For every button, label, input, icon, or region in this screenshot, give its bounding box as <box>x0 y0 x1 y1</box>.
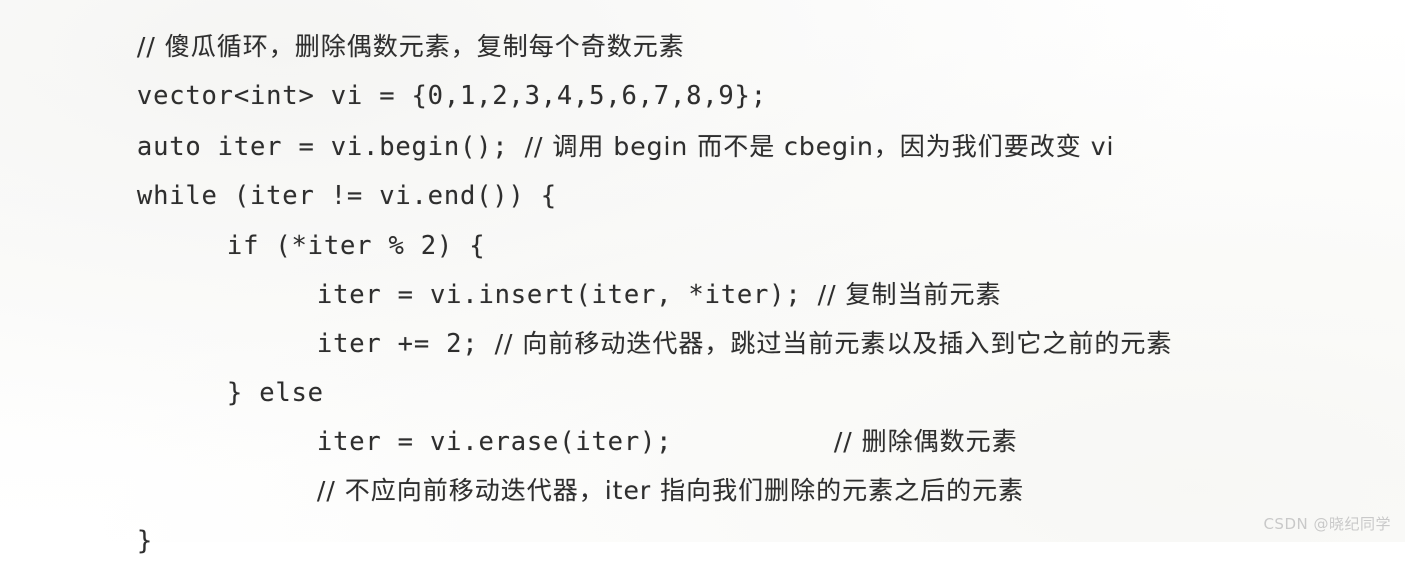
code-line-code: } <box>136 525 154 556</box>
scanned-page: // 傻瓜循环，删除偶数元素，复制每个奇数元素 vector<int> vi =… <box>0 0 1405 553</box>
code-line-code: auto iter = vi.begin(); <box>136 131 509 162</box>
code-line-comment: // 不应向前移动迭代器，iter 指向我们删除的元素之后的元素 <box>316 475 1025 505</box>
code-line: iter += 2; // 向前移动迭代器，跳过当前元素以及插入到它之前的元素 <box>220 305 1172 383</box>
code-line-comment: // 向前移动迭代器，跳过当前元素以及插入到它之前的元素 <box>494 328 1173 358</box>
code-line-code: while (iter != vi.end()) { <box>136 180 557 211</box>
code-line: // 不应向前移动迭代器，iter 指向我们删除的元素之后的元素 <box>220 452 1024 530</box>
code-line-comment: // 调用 begin 而不是 cbegin，因为我们要改变 vi <box>524 131 1115 161</box>
csdn-watermark: CSDN @晓纪同学 <box>1263 515 1391 533</box>
code-line-code: vector<int> vi = {0,1,2,3,4,5,6,7,8,9}; <box>136 80 767 111</box>
code-line-code: iter += 2; <box>316 328 479 359</box>
code-line: } <box>40 503 153 580</box>
code-line-comment: // 傻瓜循环，删除偶数元素，复制每个奇数元素 <box>136 31 685 61</box>
